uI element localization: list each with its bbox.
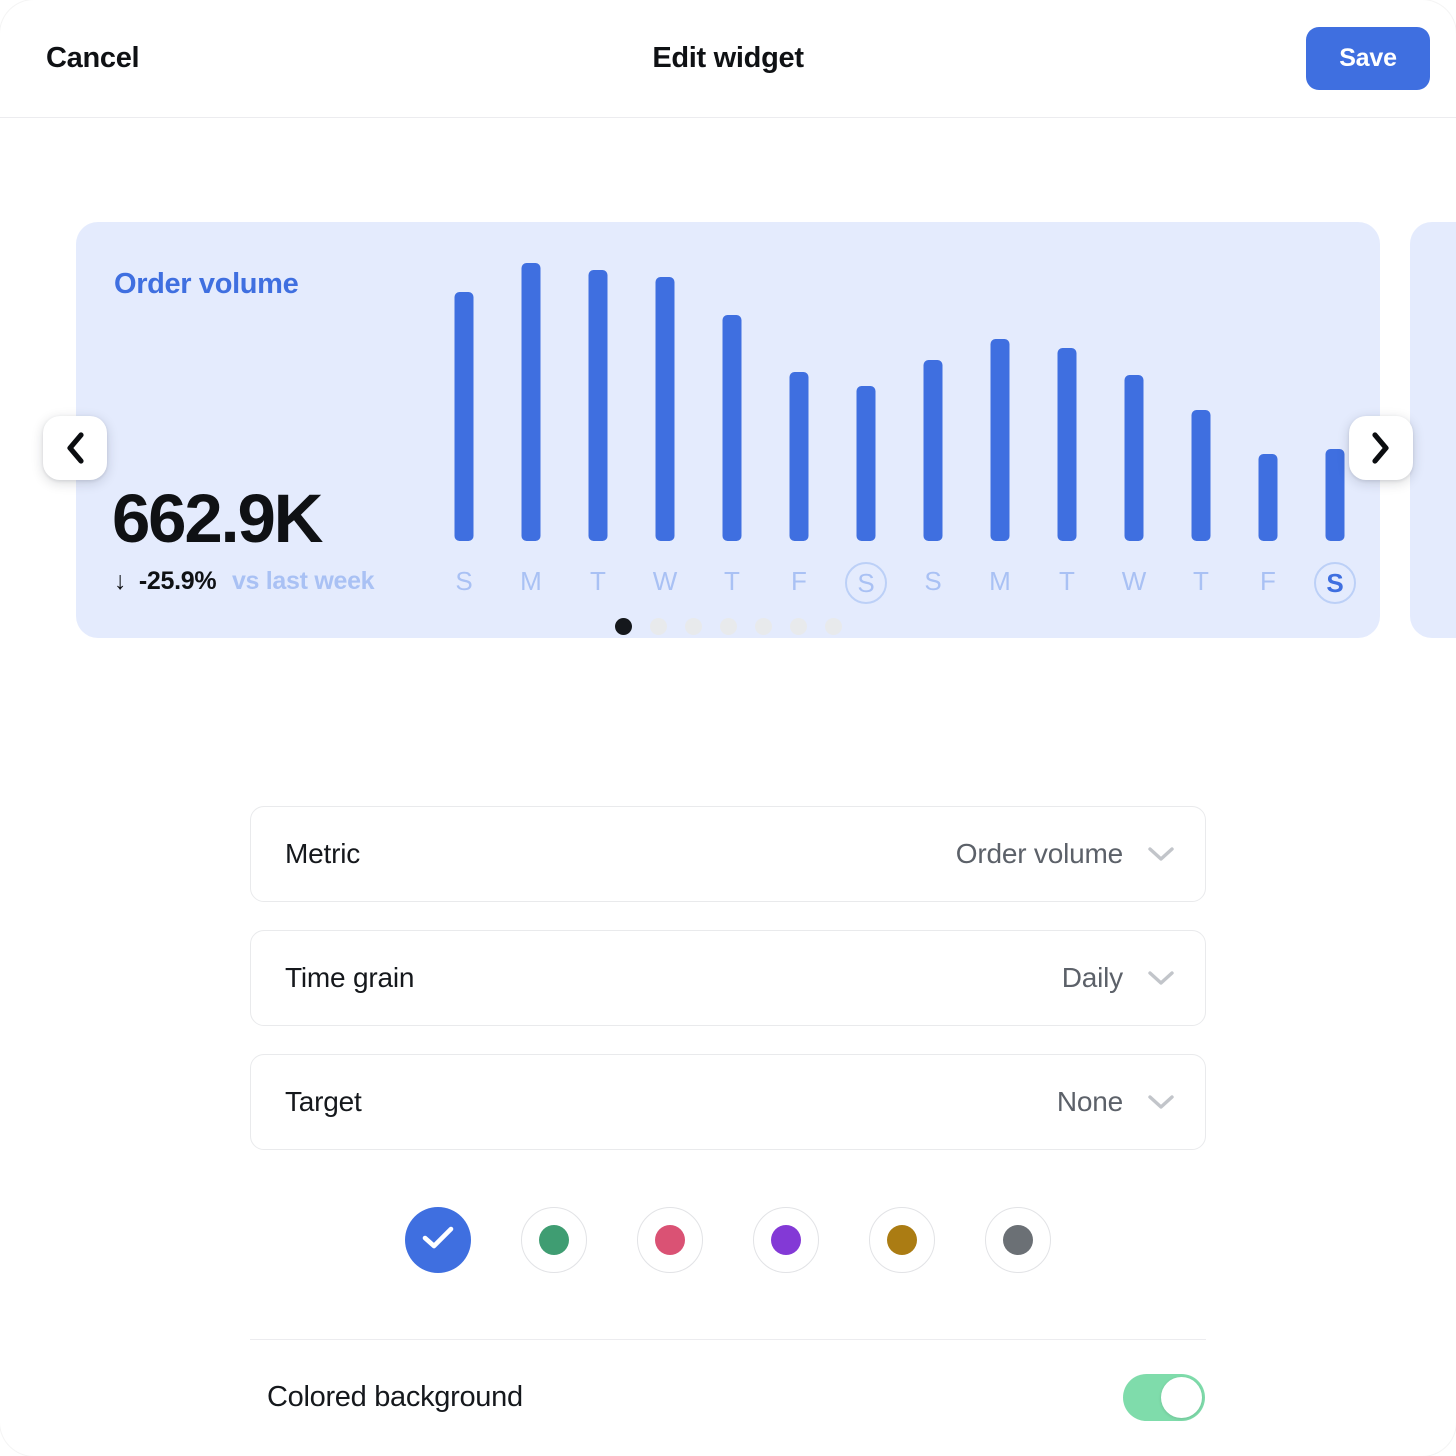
color-swatch-pink[interactable] xyxy=(637,1207,703,1273)
bar-chart: SMTWTFSSMTWTFS xyxy=(431,222,1380,638)
swatch-color-dot xyxy=(887,1225,917,1255)
bar-axis-label: F xyxy=(791,566,807,596)
color-swatch-green[interactable] xyxy=(521,1207,587,1273)
bar-column: F xyxy=(766,222,832,638)
bar-column: M xyxy=(967,222,1033,638)
chart-bar xyxy=(588,270,608,541)
chart-bar xyxy=(722,315,742,541)
colored-background-toggle[interactable] xyxy=(1123,1374,1205,1421)
pagination-dot[interactable] xyxy=(789,618,807,635)
chart-bar xyxy=(923,360,943,541)
carousel-next-button[interactable] xyxy=(1349,416,1413,480)
colored-background-row: Colored background xyxy=(250,1339,1206,1456)
bar-axis-label: S xyxy=(845,562,887,604)
bar-column: T xyxy=(565,222,631,638)
bar-column: T xyxy=(1168,222,1234,638)
chart-bar xyxy=(521,263,541,541)
chart-bar xyxy=(856,386,876,541)
widget-delta: ↓ -25.9% vs last week xyxy=(114,567,375,596)
bar-column: T xyxy=(699,222,765,638)
chart-bar xyxy=(789,372,809,541)
color-swatch-blue[interactable] xyxy=(405,1207,471,1273)
field-target[interactable]: Target None xyxy=(250,1054,1206,1150)
pagination-dot[interactable] xyxy=(614,618,632,635)
widget-preview-card[interactable]: Order volume 662.9K ↓ -25.9% vs last wee… xyxy=(76,222,1380,638)
delta-percent: -25.9% xyxy=(138,567,217,595)
chart-bar xyxy=(454,292,474,541)
chevron-right-icon xyxy=(1370,431,1392,465)
field-value: None xyxy=(1056,1086,1123,1117)
bar-column: M xyxy=(498,222,564,638)
pagination-dot[interactable] xyxy=(754,618,772,635)
field-value: Order volume xyxy=(955,838,1123,869)
swatch-color-dot xyxy=(771,1225,801,1255)
field-label: Target xyxy=(285,1086,362,1117)
edit-widget-sheet: Cancel Edit widget Save Order volume 662… xyxy=(0,0,1456,1456)
bar-axis-label: F xyxy=(1260,566,1276,596)
chevron-down-icon xyxy=(1147,970,1175,987)
bar-axis-label: M xyxy=(989,566,1011,596)
bar-axis-label: S xyxy=(455,566,473,596)
modal-header: Cancel Edit widget Save xyxy=(0,0,1456,118)
pagination-dot[interactable] xyxy=(684,618,702,635)
swatch-color-dot xyxy=(539,1225,569,1255)
chart-bar xyxy=(1191,410,1211,541)
widget-metric-value: 662.9K xyxy=(112,480,324,557)
widget-settings-fields: Metric Order volume Time grain Daily Target N… xyxy=(250,806,1206,1178)
field-value: Daily xyxy=(1061,962,1123,993)
field-label: Metric xyxy=(285,838,361,869)
bar-column: W xyxy=(1101,222,1167,638)
trend-down-icon: ↓ xyxy=(114,567,127,595)
delta-comparison-label: vs last week xyxy=(231,567,375,595)
chart-bar xyxy=(1325,449,1345,541)
field-label: Time grain xyxy=(285,962,415,993)
bar-axis-label: S xyxy=(1314,562,1356,604)
field-time-grain[interactable]: Time grain Daily xyxy=(250,930,1206,1026)
swatch-color-dot xyxy=(655,1225,685,1255)
bar-axis-label: T xyxy=(724,566,740,596)
bar-column: S xyxy=(431,222,497,638)
check-icon xyxy=(421,1225,455,1256)
chevron-down-icon xyxy=(1147,846,1175,863)
bar-column: S xyxy=(900,222,966,638)
carousel-pagination xyxy=(0,618,1456,635)
save-button[interactable]: Save xyxy=(1306,27,1430,90)
widget-card-title: Order volume xyxy=(114,268,299,300)
bar-axis-label: W xyxy=(652,566,678,596)
bar-axis-label: T xyxy=(590,566,606,596)
color-picker xyxy=(0,1207,1456,1273)
chart-bar xyxy=(990,339,1010,541)
chevron-down-icon xyxy=(1147,1094,1175,1111)
chevron-left-icon xyxy=(64,431,86,465)
swatch-color-dot xyxy=(1003,1225,1033,1255)
chart-bar xyxy=(1057,348,1077,541)
bar-column: S xyxy=(833,222,899,638)
colored-background-label: Colored background xyxy=(267,1381,523,1413)
bar-axis-label: S xyxy=(924,566,942,596)
bar-axis-label: M xyxy=(520,566,542,596)
bar-axis-label: W xyxy=(1121,566,1147,596)
page-title: Edit widget xyxy=(652,42,804,74)
chart-bar xyxy=(1258,454,1278,541)
bar-column: F xyxy=(1235,222,1301,638)
bar-column: T xyxy=(1034,222,1100,638)
toggle-knob xyxy=(1161,1377,1202,1418)
widget-preview-card-next[interactable] xyxy=(1410,222,1456,638)
bar-column: W xyxy=(632,222,698,638)
field-metric[interactable]: Metric Order volume xyxy=(250,806,1206,902)
color-swatch-gray[interactable] xyxy=(985,1207,1051,1273)
color-swatch-gold[interactable] xyxy=(869,1207,935,1273)
pagination-dot[interactable] xyxy=(719,618,737,635)
color-swatch-purple[interactable] xyxy=(753,1207,819,1273)
bar-axis-label: T xyxy=(1193,566,1209,596)
carousel-prev-button[interactable] xyxy=(43,416,107,480)
chart-bar xyxy=(655,277,675,541)
pagination-dot[interactable] xyxy=(824,618,842,635)
pagination-dot[interactable] xyxy=(649,618,667,635)
chart-bar xyxy=(1124,375,1144,541)
bar-axis-label: T xyxy=(1059,566,1075,596)
